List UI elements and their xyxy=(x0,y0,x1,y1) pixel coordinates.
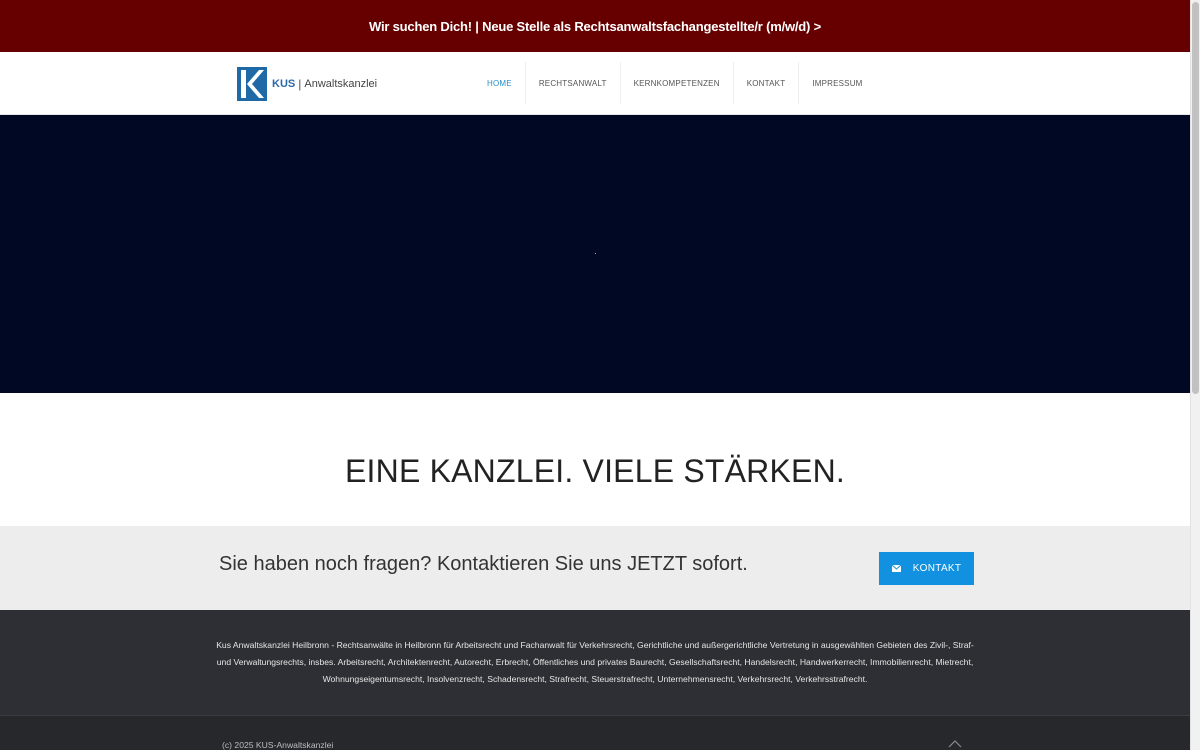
logo[interactable]: KUS | Anwaltskanzlei xyxy=(237,67,377,101)
cta-text: Sie haben noch fragen? Kontaktieren Sie … xyxy=(219,553,748,575)
bottom-bar: (c) 2025 KUS-Anwaltskanzlei xyxy=(0,715,1190,750)
nav-item-kontakt[interactable]: KONTAKT xyxy=(734,62,800,104)
footer-description: Kus Anwaltskanzlei Heilbronn - Rechtsanw… xyxy=(216,640,974,684)
contact-button-label: KONTAKT xyxy=(912,563,962,574)
page-headline: EINE KANZLEI. VIELE STÄRKEN. xyxy=(345,453,845,489)
top-banner: Wir suchen Dich! | Neue Stelle als Recht… xyxy=(0,0,1190,52)
main-nav: HOME RECHTSANWALT KERNKOMPETENZEN KONTAK… xyxy=(474,62,876,104)
hero-slider xyxy=(0,115,1190,393)
chevron-up-icon[interactable] xyxy=(948,740,962,748)
job-offer-link[interactable]: Wir suchen Dich! | Neue Stelle als Recht… xyxy=(369,19,821,34)
mail-icon xyxy=(891,565,901,572)
k-logo-mark-icon xyxy=(237,67,267,101)
cta-section: Sie haben noch fragen? Kontaktieren Sie … xyxy=(0,526,1190,610)
scrollbar[interactable] xyxy=(1190,0,1200,750)
footer: Kus Anwaltskanzlei Heilbronn - Rechtsanw… xyxy=(0,610,1190,715)
contact-button[interactable]: KONTAKT xyxy=(879,552,974,585)
site-header: KUS | Anwaltskanzlei HOME RECHTSANWALT K… xyxy=(0,52,1190,115)
nav-item-home[interactable]: HOME xyxy=(474,62,526,104)
scrollbar-thumb[interactable] xyxy=(1192,2,1199,394)
logo-name: Anwaltskanzlei xyxy=(304,78,378,90)
nav-item-kernkompetenzen[interactable]: KERNKOMPETENZEN xyxy=(621,62,734,104)
nav-item-rechtsanwalt[interactable]: RECHTSANWALT xyxy=(526,62,621,104)
page: Wir suchen Dich! | Neue Stelle als Recht… xyxy=(0,0,1190,750)
headline-section: EINE KANZLEI. VIELE STÄRKEN. xyxy=(0,393,1190,526)
logo-separator: | xyxy=(298,77,302,91)
logo-brand: KUS xyxy=(272,78,296,90)
loading-dot xyxy=(595,253,596,254)
copyright: (c) 2025 KUS-Anwaltskanzlei xyxy=(222,740,334,750)
nav-item-impressum[interactable]: IMPRESSUM xyxy=(799,62,875,104)
